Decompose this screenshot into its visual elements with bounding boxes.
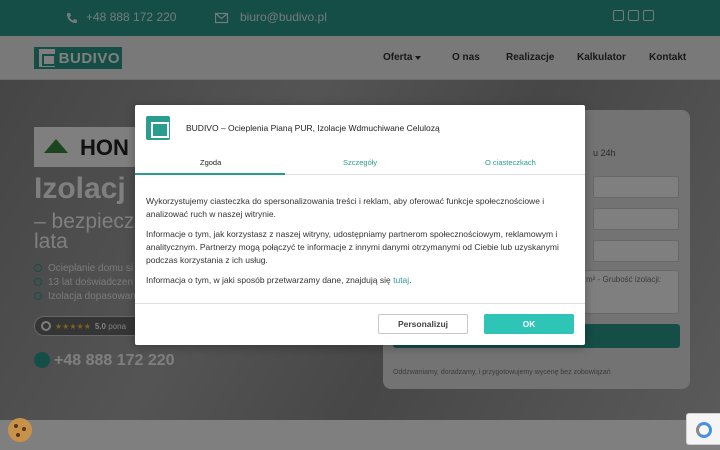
consent-paragraph: Informacja o tym, w jaki sposób przetwar… bbox=[146, 275, 412, 285]
active-tab-indicator bbox=[135, 173, 285, 175]
cookie-chip bbox=[16, 433, 20, 437]
consent-paragraph: Informacje o tym, jak korzystasz z nasze… bbox=[146, 229, 559, 265]
cookie-chip bbox=[22, 427, 26, 431]
dialog-body: Wykorzystujemy ciasteczka do spersonaliz… bbox=[146, 195, 574, 294]
cookie-consent-dialog: BUDIVO – Ocieplenia Pianą PUR, Izolacje … bbox=[135, 105, 585, 345]
site-logo-icon bbox=[146, 116, 170, 140]
consent-paragraph: Wykorzystujemy ciasteczka do spersonaliz… bbox=[146, 196, 545, 219]
dialog-title: BUDIVO – Ocieplenia Pianą PUR, Izolacje … bbox=[186, 123, 440, 133]
tab-o-ciasteczkach[interactable]: O ciasteczkach bbox=[485, 158, 536, 167]
cookie-chip bbox=[14, 424, 18, 428]
recaptcha-icon bbox=[696, 422, 712, 438]
dialog-header: BUDIVO – Ocieplenia Pianą PUR, Izolacje … bbox=[135, 105, 585, 151]
tab-zgoda[interactable]: Zgoda bbox=[200, 158, 221, 167]
personalize-button[interactable]: Personalizuj bbox=[378, 314, 468, 334]
dialog-footer: Personalizuj OK bbox=[135, 303, 585, 345]
dialog-tabs: Zgoda Szczegóły O ciasteczkach bbox=[135, 151, 585, 175]
recaptcha-badge[interactable] bbox=[686, 413, 720, 445]
privacy-link[interactable]: tutaj bbox=[393, 275, 409, 285]
ok-button[interactable]: OK bbox=[484, 314, 574, 334]
tab-szczegoly[interactable]: Szczegóły bbox=[343, 158, 377, 167]
cookie-settings-icon[interactable] bbox=[8, 418, 32, 442]
